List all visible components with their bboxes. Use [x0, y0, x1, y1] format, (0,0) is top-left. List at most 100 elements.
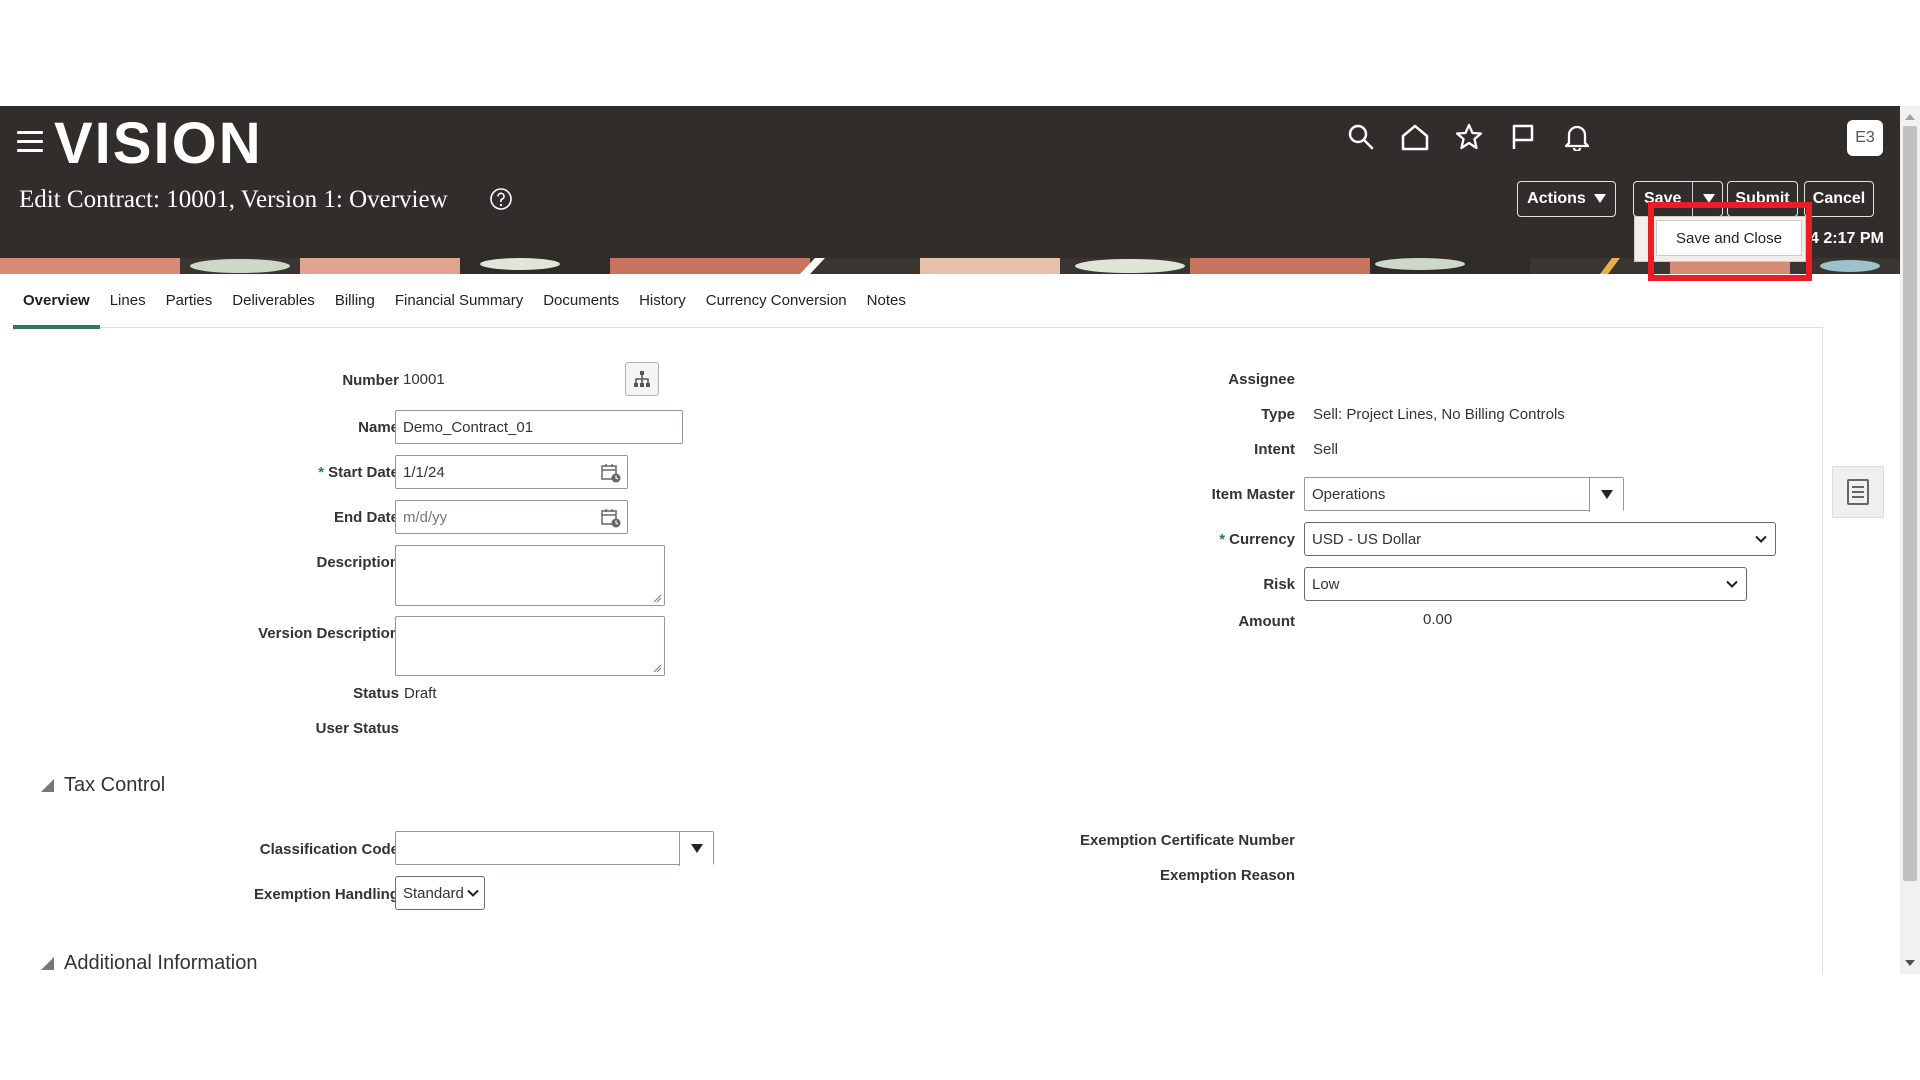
status-value: Draft	[404, 685, 437, 702]
currency-select[interactable]: USD - US Dollar	[1304, 522, 1776, 556]
side-panel-document-icon[interactable]	[1832, 466, 1884, 518]
tab-notes[interactable]: Notes	[857, 274, 916, 328]
status-label: Status	[353, 685, 399, 702]
hierarchy-icon[interactable]	[625, 362, 659, 396]
chevron-down-icon	[467, 889, 479, 897]
classification-code-label: Classification Code	[259, 841, 399, 858]
item-master-label: Item Master	[1211, 486, 1295, 503]
tax-control-section-header[interactable]: Tax Control	[41, 774, 165, 797]
end-date-input[interactable]: m/d/yy	[395, 500, 628, 534]
user-avatar[interactable]: E3	[1847, 120, 1883, 156]
resize-grip-icon[interactable]	[652, 663, 662, 673]
actions-label: Actions	[1527, 190, 1586, 207]
amount-label: Amount	[1238, 613, 1295, 630]
exemption-handling-value: Standard	[403, 884, 464, 902]
overview-tabs: Overview Lines Parties Deliverables Bill…	[13, 274, 1823, 329]
global-header: VISION E3 Edit Contract: 10001, Version …	[0, 106, 1900, 258]
vision-logo[interactable]: VISION	[54, 110, 263, 177]
scroll-down-arrow-icon[interactable]	[1905, 960, 1915, 966]
classification-code-dropdown-icon[interactable]	[679, 832, 713, 866]
app-window: VISION E3 Edit Contract: 10001, Version …	[0, 106, 1900, 974]
name-input-value: Demo_Contract_01	[403, 418, 534, 436]
calendar-icon[interactable]	[601, 463, 621, 483]
hamburger-menu-icon[interactable]	[17, 131, 43, 153]
star-icon[interactable]	[1452, 120, 1486, 154]
bell-icon[interactable]	[1560, 120, 1594, 154]
search-icon[interactable]	[1344, 120, 1378, 154]
tab-currency-conversion[interactable]: Currency Conversion	[696, 274, 857, 328]
currency-label: * Currency	[1219, 531, 1295, 548]
decorative-banner	[0, 258, 1900, 274]
start-date-label-text: Start Date	[328, 464, 399, 481]
home-icon[interactable]	[1398, 120, 1432, 154]
vertical-scrollbar[interactable]	[1900, 106, 1920, 974]
save-and-close-menu-item[interactable]: Save and Close	[1656, 220, 1802, 256]
item-master-value: Operations	[1312, 485, 1386, 503]
actions-button[interactable]: Actions	[1517, 181, 1616, 217]
tab-overview[interactable]: Overview	[13, 274, 100, 329]
risk-label: Risk	[1263, 576, 1295, 593]
item-master-dropdown-icon[interactable]	[1589, 478, 1623, 512]
intent-label: Intent	[1254, 441, 1295, 458]
exemption-reason-label: Exemption Reason	[1159, 867, 1295, 884]
collapse-triangle-icon	[41, 779, 54, 792]
amount-value: 0.00	[1423, 611, 1453, 628]
chevron-down-icon	[1755, 535, 1767, 543]
calendar-icon[interactable]	[601, 508, 621, 528]
tax-control-title: Tax Control	[64, 774, 166, 796]
end-date-label: End Date	[333, 509, 399, 526]
start-date-value: 1/1/24	[403, 463, 445, 481]
item-master-input[interactable]: Operations	[1304, 477, 1624, 512]
tab-parties[interactable]: Parties	[156, 274, 223, 328]
exemption-handling-select[interactable]: Standard	[395, 876, 485, 910]
overview-content: Number 10001 Name Demo_Contract_01 * Star…	[13, 328, 1823, 974]
user-status-label: User Status	[315, 720, 399, 737]
submit-button[interactable]: Submit	[1727, 181, 1798, 217]
number-label: Number	[342, 372, 399, 389]
type-label: Type	[1261, 406, 1295, 423]
additional-information-title: Additional Information	[64, 952, 258, 974]
name-label: Name	[358, 419, 399, 436]
flag-icon[interactable]	[1506, 120, 1540, 154]
currency-label-text: Currency	[1229, 531, 1295, 548]
save-menu-caret-icon[interactable]	[1692, 182, 1722, 216]
caret-down-icon	[1593, 194, 1606, 203]
description-label: Description	[316, 554, 399, 571]
number-value: 10001	[403, 371, 445, 388]
risk-select[interactable]: Low	[1304, 567, 1747, 601]
exemption-handling-label: Exemption Handling	[253, 886, 399, 903]
tab-documents[interactable]: Documents	[533, 274, 629, 328]
header-icon-bar	[1344, 120, 1594, 154]
tab-billing[interactable]: Billing	[325, 274, 385, 328]
exemption-certificate-label: Exemption Certificate Number	[1079, 832, 1295, 849]
end-date-placeholder: m/d/yy	[403, 508, 448, 526]
currency-value: USD - US Dollar	[1312, 530, 1422, 548]
tab-financial-summary[interactable]: Financial Summary	[385, 274, 533, 328]
scroll-thumb[interactable]	[1903, 126, 1917, 881]
assignee-label: Assignee	[1228, 371, 1295, 388]
collapse-triangle-icon	[41, 957, 54, 970]
intent-value: Sell	[1313, 441, 1339, 458]
help-icon[interactable]	[489, 187, 513, 211]
cancel-button[interactable]: Cancel	[1804, 181, 1874, 217]
additional-information-section-header[interactable]: Additional Information	[41, 952, 257, 974]
save-label: Save	[1644, 190, 1682, 207]
save-button[interactable]: Save	[1633, 181, 1723, 217]
risk-value: Low	[1312, 575, 1340, 593]
version-description-label: Version Description	[258, 625, 399, 642]
classification-code-input[interactable]	[395, 831, 714, 866]
resize-grip-icon[interactable]	[652, 593, 662, 603]
tab-lines[interactable]: Lines	[100, 274, 156, 328]
name-input[interactable]: Demo_Contract_01	[395, 410, 683, 444]
description-textarea[interactable]	[395, 545, 665, 606]
start-date-input[interactable]: 1/1/24	[395, 455, 628, 489]
chevron-down-icon	[1726, 580, 1738, 588]
page-title: Edit Contract: 10001, Version 1: Overvie…	[19, 186, 448, 213]
scroll-up-arrow-icon[interactable]	[1905, 114, 1915, 120]
type-value: Sell: Project Lines, No Billing Controls	[1313, 406, 1565, 423]
start-date-label: * Start Date	[318, 464, 399, 481]
tab-deliverables[interactable]: Deliverables	[222, 274, 325, 328]
last-saved-time: 4 2:17 PM	[1810, 230, 1884, 247]
tab-history[interactable]: History	[629, 274, 696, 328]
version-description-textarea[interactable]	[395, 616, 665, 676]
